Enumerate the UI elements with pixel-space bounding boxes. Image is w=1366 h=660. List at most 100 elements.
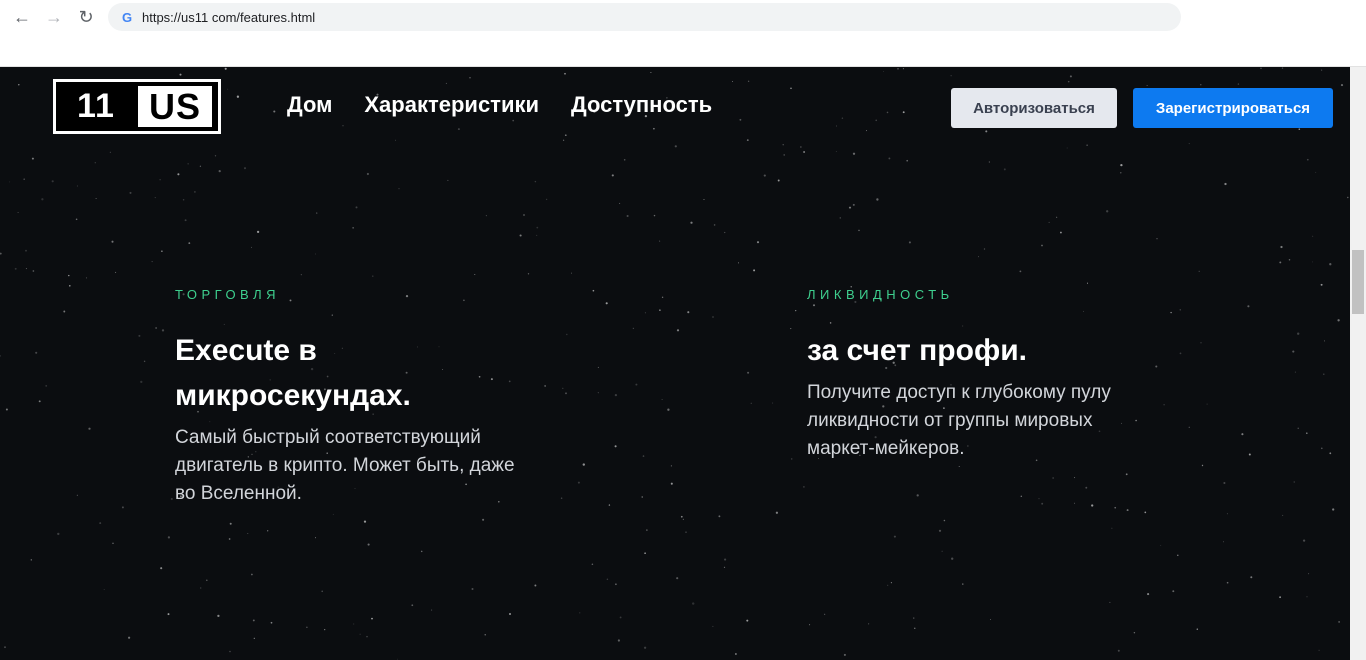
star-dot <box>32 270 35 272</box>
star-dot <box>680 515 683 518</box>
star-dot <box>1117 649 1120 652</box>
star-dot <box>154 197 156 199</box>
star-dot <box>674 145 677 148</box>
star-dot <box>756 241 760 244</box>
reload-icon[interactable]: ↻ <box>75 6 97 28</box>
star-dot <box>1109 601 1111 603</box>
star-dot <box>635 383 638 386</box>
star-dot <box>1318 649 1320 651</box>
star-dot <box>614 393 618 397</box>
page-scrollbar[interactable] <box>1350 67 1366 660</box>
star-dot <box>23 178 26 180</box>
star-dot <box>1306 158 1309 161</box>
site-logo[interactable]: 11 US <box>53 79 221 134</box>
star-dot <box>270 621 273 624</box>
nav-link-home[interactable]: Дом <box>287 92 332 118</box>
star-dot <box>978 256 980 258</box>
star-dot <box>667 408 670 411</box>
star-dot <box>38 400 41 403</box>
feature-title: за счет профи. <box>807 328 1227 373</box>
feature-title-line: за счет профи. <box>807 334 1027 367</box>
star-dot <box>858 229 860 232</box>
star-dot <box>1260 67 1262 70</box>
star-dot <box>1241 433 1244 436</box>
star-dot <box>121 506 124 509</box>
star-dot <box>545 198 548 201</box>
star-dot <box>76 494 78 496</box>
register-button[interactable]: Зарегистрироваться <box>1133 88 1333 128</box>
star-dot <box>962 583 964 585</box>
address-bar[interactable]: G https://us11 com/features.html <box>108 3 1181 31</box>
star-dot <box>718 515 721 518</box>
url-text[interactable]: https://us11 com/features.html <box>142 10 315 25</box>
star-dot <box>1085 486 1088 489</box>
star-dot <box>187 163 189 165</box>
star-dot <box>795 309 797 312</box>
star-dot <box>739 118 742 121</box>
nav-link-features[interactable]: Характеристики <box>364 92 539 118</box>
star-dot <box>57 532 60 536</box>
star-dot <box>562 139 565 141</box>
star-dot <box>332 513 334 515</box>
back-arrow-icon[interactable]: ← <box>11 6 33 28</box>
nav-link-availability[interactable]: Доступность <box>571 92 712 118</box>
star-dot <box>534 584 537 587</box>
star-dot <box>782 144 784 146</box>
star-dot <box>447 179 449 181</box>
forward-arrow-icon[interactable]: → <box>43 6 65 28</box>
star-dot <box>1329 263 1332 266</box>
star-dot <box>88 427 91 430</box>
star-dot <box>809 624 811 626</box>
star-dot <box>883 71 884 73</box>
star-dot <box>76 185 78 187</box>
star-dot <box>95 197 97 200</box>
login-button[interactable]: Авторизоваться <box>951 88 1117 128</box>
star-dot <box>1196 628 1199 630</box>
star-dot <box>1332 508 1335 511</box>
star-dot <box>890 582 892 584</box>
star-dot <box>1120 172 1122 174</box>
star-dot <box>251 573 253 576</box>
star-dot <box>1347 196 1349 199</box>
star-dot <box>843 653 846 656</box>
star-dot <box>1020 495 1023 498</box>
star-dot <box>642 455 645 457</box>
star-dot <box>321 590 323 593</box>
star-dot <box>1086 144 1088 146</box>
star-dot <box>734 653 737 655</box>
star-dot <box>1059 231 1062 234</box>
star-dot <box>703 199 705 200</box>
star-dot <box>1294 371 1296 373</box>
star-dot <box>431 609 433 611</box>
star-dot <box>1281 67 1284 69</box>
star-dot <box>1324 340 1325 342</box>
star-dot <box>536 234 538 236</box>
star-dot <box>469 77 471 79</box>
star-dot <box>1177 554 1179 557</box>
star-dot <box>914 627 916 629</box>
star-dot <box>229 522 232 525</box>
star-dot <box>886 111 889 114</box>
scrollbar-thumb[interactable] <box>1352 250 1364 314</box>
star-dot <box>950 75 952 77</box>
star-dot <box>35 351 38 354</box>
star-dot <box>316 212 318 214</box>
star-dot <box>1147 593 1150 596</box>
star-dot <box>1052 477 1054 479</box>
star-dot <box>659 240 661 242</box>
star-dot <box>243 167 247 170</box>
star-dot <box>646 529 648 531</box>
star-dot <box>251 246 253 248</box>
star-dot <box>1321 69 1323 71</box>
star-dot <box>247 533 249 535</box>
star-dot <box>875 119 877 122</box>
star-dot <box>824 613 826 615</box>
star-dot <box>747 80 750 82</box>
star-dot <box>985 130 988 133</box>
star-dot <box>1133 631 1136 634</box>
star-dot <box>182 199 185 201</box>
star-dot <box>1125 473 1128 476</box>
star-dot <box>753 269 756 272</box>
star-dot <box>179 73 182 76</box>
star-dot <box>641 496 643 498</box>
